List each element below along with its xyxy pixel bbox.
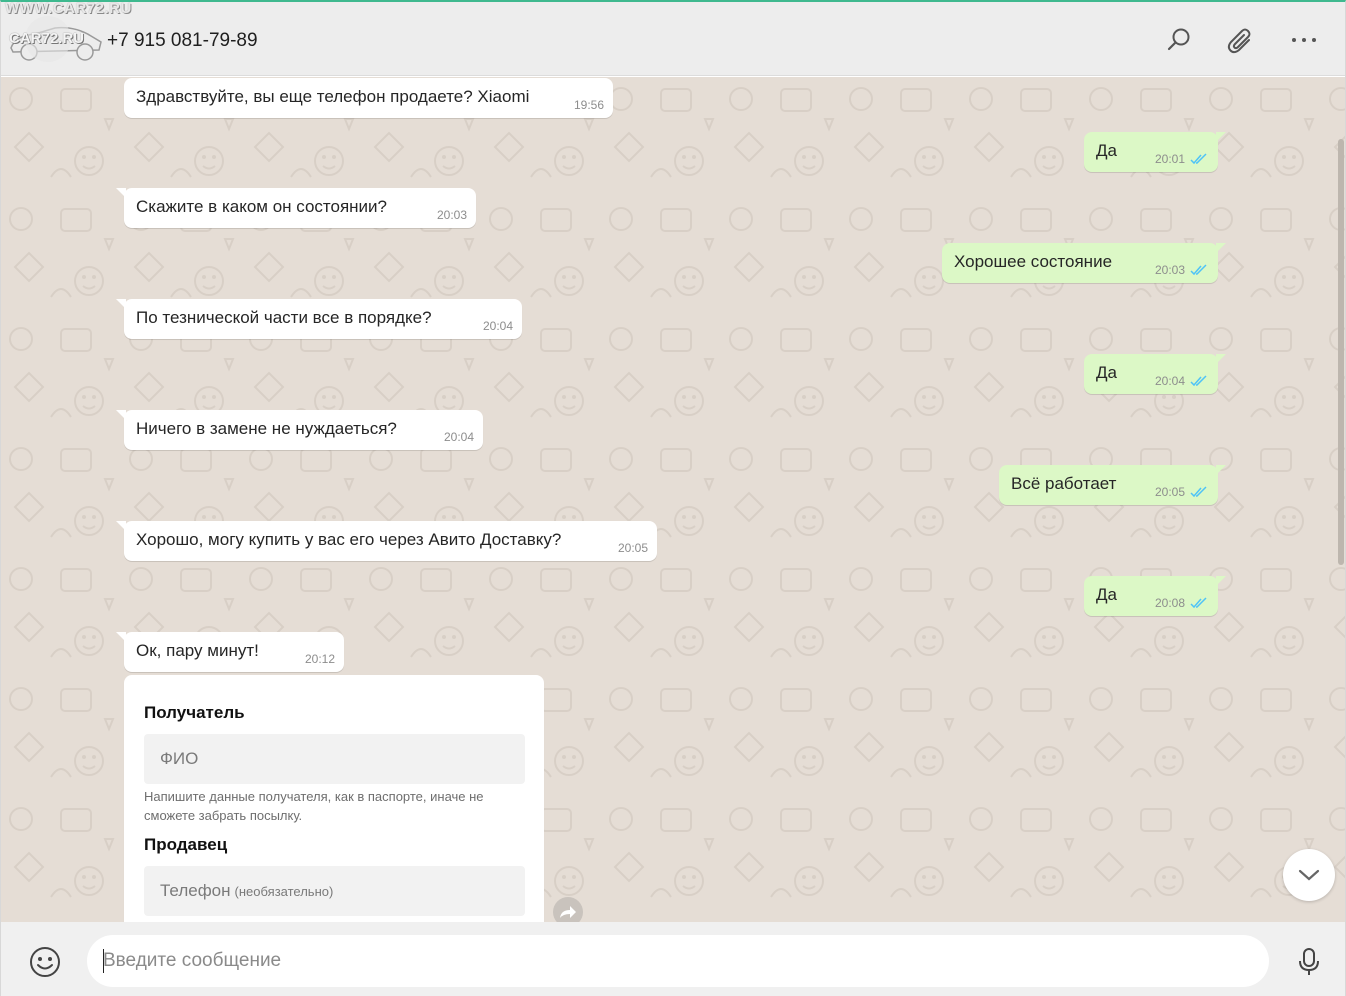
message-input[interactable] [87, 935, 1269, 987]
message-text: Да [1096, 141, 1117, 160]
bubble-tail [116, 521, 126, 531]
message-incoming[interactable]: По тезнической части все в порядке? 20:0… [116, 299, 522, 339]
watermark-logo-text: CAR72.RU [9, 30, 85, 47]
text-caret [103, 949, 104, 973]
message-outgoing[interactable]: Хорошее состояние 20:03 [942, 243, 1226, 283]
chat-header: WWW.CAR72.RU CAR72.RU +7 915 081-79-89 [1, 0, 1345, 76]
message-time: 20:05 [1154, 485, 1185, 499]
message-incoming[interactable]: Хорошо, могу купить у вас его через Авит… [116, 521, 657, 561]
bubble-tail [1216, 576, 1226, 586]
message-time: 20:04 [1154, 374, 1185, 388]
attach-icon[interactable] [1225, 24, 1257, 56]
search-icon[interactable] [1163, 24, 1195, 56]
watermark-site: WWW.CAR72.RU [5, 0, 132, 17]
message-time: 20:03 [1154, 263, 1185, 277]
message-incoming[interactable]: Ничего в замене не нуждаеться? 20:04 [116, 410, 483, 450]
message-outgoing[interactable]: Да 20:01 [1084, 132, 1226, 172]
bubble-tail [1216, 132, 1226, 142]
bubble-tail [116, 188, 126, 198]
scroll-to-bottom-button[interactable] [1283, 849, 1335, 901]
message-time: 20:04 [482, 319, 513, 333]
bubble-tail [116, 632, 126, 642]
recipient-heading: Получатель [144, 703, 245, 722]
message-time: 20:05 [617, 541, 648, 555]
message-time: 20:01 [1154, 152, 1185, 166]
seller-phone-field: Телефон (необязательно) [144, 866, 525, 916]
message-incoming[interactable]: Ок, пару минут! 20:12 [116, 632, 344, 672]
contact-name[interactable]: +7 915 081-79-89 [107, 30, 258, 52]
message-text: Здравствуйте, вы еще телефон продаете? X… [136, 87, 530, 106]
read-receipt-icon [1190, 375, 1207, 387]
read-receipt-icon [1190, 264, 1207, 276]
message-text: Хорошее состояние [954, 252, 1113, 271]
phone-optional-label: (необязательно) [234, 883, 334, 899]
delivery-form-image[interactable]: Получатель ФИО Напишите данные получател… [124, 675, 544, 922]
message-outgoing[interactable]: Да 20:04 [1084, 354, 1226, 394]
message-text: Ок, пару минут! [136, 641, 259, 660]
message-list[interactable]: Здравствуйте, вы еще телефон продаете? X… [1, 77, 1345, 922]
message-text: Скажите в каком он состоянии? [136, 197, 387, 216]
message-text: Хорошо, могу купить у вас его через Авит… [136, 530, 562, 549]
message-text: Да [1096, 363, 1117, 382]
recipient-name-field: ФИО [144, 734, 525, 784]
seller-heading: Продавец [144, 835, 228, 854]
bubble-tail [116, 299, 126, 309]
chat-scrollbar[interactable] [1338, 139, 1344, 565]
message-outgoing[interactable]: Да 20:08 [1084, 576, 1226, 616]
bubble-tail [1216, 465, 1226, 475]
emoji-icon[interactable] [27, 944, 63, 980]
read-receipt-icon [1190, 597, 1207, 609]
name-placeholder: ФИО [160, 749, 199, 768]
microphone-icon[interactable] [1291, 944, 1327, 980]
bubble-tail [1216, 354, 1226, 364]
message-time: 20:12 [304, 652, 335, 666]
composer-bar [1, 922, 1345, 996]
more-icon[interactable] [1288, 24, 1320, 56]
message-text: По тезнической части все в порядке? [136, 308, 432, 327]
message-incoming[interactable]: Здравствуйте, вы еще телефон продаете? X… [124, 78, 613, 118]
phone-label: Телефон [160, 881, 231, 900]
message-incoming[interactable]: Скажите в каком он состоянии? 20:03 [116, 188, 476, 228]
read-receipt-icon [1190, 486, 1207, 498]
recipient-hint: Напишите данные получателя, как в паспор… [144, 789, 484, 823]
app-window: WWW.CAR72.RU CAR72.RU +7 915 081-79-89 З… [0, 0, 1346, 996]
message-time: 20:08 [1154, 596, 1185, 610]
message-text: Всё работает [1011, 474, 1117, 493]
forward-button[interactable] [553, 897, 583, 922]
message-outgoing[interactable]: Всё работает 20:05 [999, 465, 1226, 505]
forward-icon [560, 906, 576, 918]
bubble-tail [116, 410, 126, 420]
chevron-down-icon [1298, 869, 1320, 881]
message-time: 20:03 [436, 208, 467, 222]
message-text: Ничего в замене не нуждаеться? [136, 419, 397, 438]
message-text: Да [1096, 585, 1117, 604]
message-time: 19:56 [573, 98, 604, 112]
read-receipt-icon [1190, 153, 1207, 165]
message-time: 20:04 [443, 430, 474, 444]
bubble-tail [1216, 243, 1226, 253]
